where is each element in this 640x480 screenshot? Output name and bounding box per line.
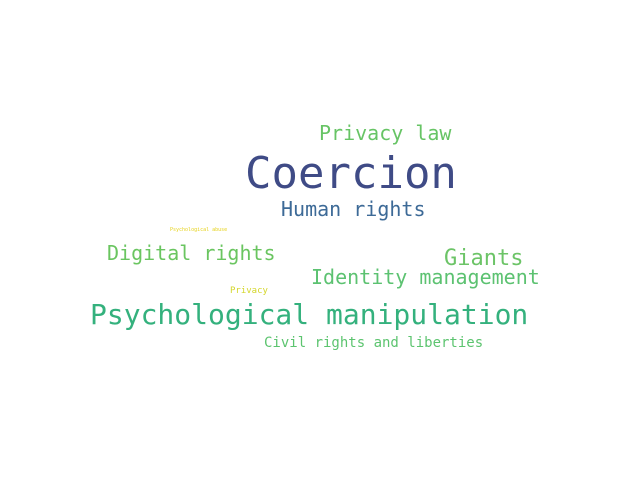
word-identity-management: Identity management	[311, 265, 540, 289]
word-coercion: Coercion	[245, 148, 457, 199]
word-civil-rights-and-liberties: Civil rights and liberties	[264, 335, 484, 351]
word-psychological-abuse: Psychological abuse	[170, 227, 228, 233]
word-privacy-law: Privacy law	[319, 121, 452, 145]
word-privacy: Privacy	[230, 286, 268, 296]
word-human-rights: Human rights	[281, 197, 426, 221]
word-digital-rights: Digital rights	[107, 241, 276, 265]
word-cloud: Coercion Psychological manipulation Huma…	[0, 0, 640, 480]
word-psychological-manipulation: Psychological manipulation	[90, 298, 529, 331]
